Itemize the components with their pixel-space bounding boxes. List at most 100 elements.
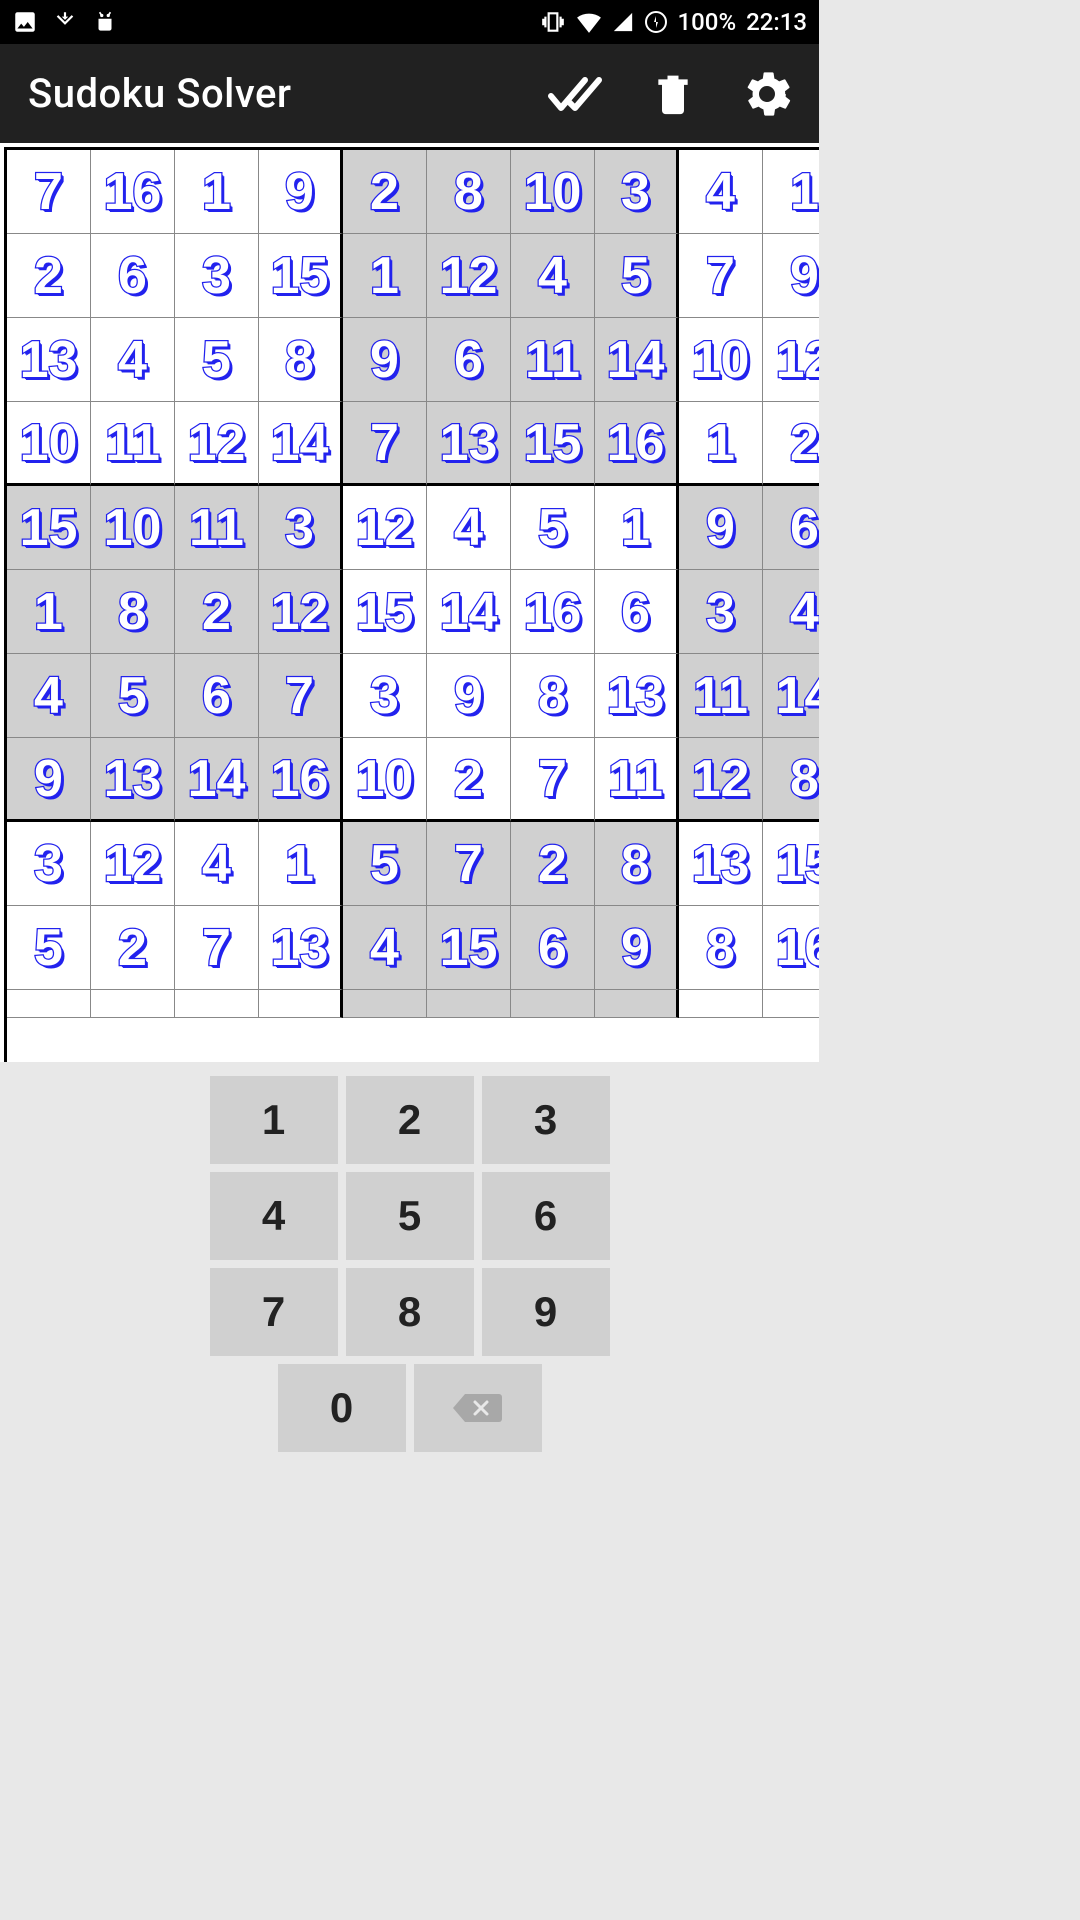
solve-button[interactable] (547, 74, 603, 114)
sudoku-cell[interactable]: 6 (763, 486, 819, 570)
sudoku-cell[interactable]: 5 (595, 234, 679, 318)
sudoku-cell[interactable]: 12 (343, 486, 427, 570)
sudoku-cell[interactable]: 7 (259, 654, 343, 738)
sudoku-cell[interactable]: 13 (679, 822, 763, 906)
sudoku-cell[interactable]: 6 (427, 318, 511, 402)
sudoku-cell[interactable]: 9 (679, 486, 763, 570)
sudoku-cell[interactable]: 4 (175, 822, 259, 906)
sudoku-cell[interactable]: 3 (679, 570, 763, 654)
sudoku-cell[interactable]: 9 (427, 654, 511, 738)
sudoku-cell[interactable]: 9 (259, 150, 343, 234)
sudoku-cell[interactable]: 2 (763, 402, 819, 486)
sudoku-cell[interactable]: 12 (679, 738, 763, 822)
sudoku-cell[interactable]: 7 (7, 150, 91, 234)
sudoku-cell[interactable]: 16 (763, 906, 819, 990)
key-8[interactable]: 8 (346, 1268, 474, 1356)
sudoku-cell[interactable]: 16 (259, 738, 343, 822)
sudoku-cell[interactable]: 3 (343, 654, 427, 738)
sudoku-cell[interactable]: 1 (343, 234, 427, 318)
sudoku-cell[interactable]: 5 (175, 318, 259, 402)
sudoku-cell[interactable] (595, 990, 679, 1018)
sudoku-cell[interactable]: 2 (511, 822, 595, 906)
sudoku-cell[interactable]: 4 (7, 654, 91, 738)
sudoku-cell[interactable]: 16 (91, 150, 175, 234)
sudoku-cell[interactable]: 12 (763, 318, 819, 402)
sudoku-cell[interactable]: 6 (91, 234, 175, 318)
sudoku-cell[interactable] (7, 990, 91, 1018)
sudoku-cell[interactable]: 13 (259, 906, 343, 990)
sudoku-cell[interactable]: 6 (511, 906, 595, 990)
sudoku-cell[interactable]: 7 (175, 906, 259, 990)
sudoku-cell[interactable]: 15 (343, 570, 427, 654)
sudoku-cell[interactable]: 12 (427, 234, 511, 318)
sudoku-cell[interactable]: 11 (175, 486, 259, 570)
sudoku-cell[interactable]: 5 (7, 906, 91, 990)
sudoku-cell[interactable]: 15 (511, 402, 595, 486)
sudoku-cell[interactable]: 14 (763, 654, 819, 738)
sudoku-cell[interactable]: 10 (91, 486, 175, 570)
sudoku-cell[interactable]: 1 (7, 570, 91, 654)
sudoku-cell[interactable]: 9 (763, 234, 819, 318)
sudoku-cell[interactable]: 2 (343, 150, 427, 234)
sudoku-cell[interactable]: 8 (511, 654, 595, 738)
sudoku-cell[interactable]: 14 (427, 570, 511, 654)
key-4[interactable]: 4 (210, 1172, 338, 1260)
sudoku-cell[interactable]: 15 (7, 486, 91, 570)
sudoku-cell[interactable]: 11 (679, 654, 763, 738)
sudoku-cell[interactable]: 15 (259, 234, 343, 318)
sudoku-cell[interactable]: 8 (259, 318, 343, 402)
sudoku-cell[interactable]: 6 (175, 654, 259, 738)
sudoku-cell[interactable]: 16 (595, 402, 679, 486)
sudoku-cell[interactable]: 5 (511, 486, 595, 570)
sudoku-cell[interactable]: 9 (7, 738, 91, 822)
sudoku-cell[interactable]: 1 (595, 486, 679, 570)
sudoku-cell[interactable]: 3 (7, 822, 91, 906)
sudoku-cell[interactable]: 3 (175, 234, 259, 318)
sudoku-cell[interactable]: 5 (343, 822, 427, 906)
sudoku-cell[interactable]: 12 (91, 822, 175, 906)
sudoku-cell[interactable]: 13 (595, 654, 679, 738)
sudoku-cell[interactable]: 3 (259, 486, 343, 570)
sudoku-cell[interactable] (511, 990, 595, 1018)
sudoku-cell[interactable]: 4 (343, 906, 427, 990)
sudoku-cell[interactable]: 4 (763, 570, 819, 654)
sudoku-cell[interactable]: 11 (91, 402, 175, 486)
sudoku-cell[interactable]: 14 (259, 402, 343, 486)
sudoku-cell[interactable]: 13 (7, 318, 91, 402)
sudoku-cell[interactable]: 1 (763, 150, 819, 234)
sudoku-cell[interactable]: 2 (91, 906, 175, 990)
sudoku-cell[interactable]: 8 (427, 150, 511, 234)
sudoku-cell[interactable]: 6 (595, 570, 679, 654)
sudoku-cell[interactable]: 4 (427, 486, 511, 570)
sudoku-cell[interactable] (343, 990, 427, 1018)
sudoku-cell[interactable]: 14 (595, 318, 679, 402)
sudoku-cell[interactable]: 8 (763, 738, 819, 822)
sudoku-cell[interactable]: 7 (679, 234, 763, 318)
sudoku-cell[interactable]: 8 (595, 822, 679, 906)
sudoku-cell[interactable]: 10 (343, 738, 427, 822)
sudoku-cell[interactable]: 7 (511, 738, 595, 822)
sudoku-cell[interactable]: 10 (679, 318, 763, 402)
sudoku-cell[interactable]: 7 (427, 822, 511, 906)
key-5[interactable]: 5 (346, 1172, 474, 1260)
sudoku-cell[interactable]: 4 (679, 150, 763, 234)
sudoku-cell[interactable]: 7 (343, 402, 427, 486)
sudoku-cell[interactable]: 13 (427, 402, 511, 486)
key-6[interactable]: 6 (482, 1172, 610, 1260)
sudoku-cell[interactable]: 2 (427, 738, 511, 822)
sudoku-cell[interactable]: 2 (175, 570, 259, 654)
sudoku-cell[interactable]: 16 (511, 570, 595, 654)
key-backspace[interactable] (414, 1364, 542, 1452)
sudoku-cell[interactable] (91, 990, 175, 1018)
sudoku-cell[interactable]: 12 (259, 570, 343, 654)
key-2[interactable]: 2 (346, 1076, 474, 1164)
sudoku-cell[interactable]: 12 (175, 402, 259, 486)
sudoku-cell[interactable]: 4 (511, 234, 595, 318)
settings-button[interactable] (743, 70, 791, 118)
sudoku-cell[interactable]: 9 (343, 318, 427, 402)
sudoku-cell[interactable]: 13 (91, 738, 175, 822)
sudoku-cell[interactable]: 2 (7, 234, 91, 318)
sudoku-cell[interactable]: 8 (679, 906, 763, 990)
sudoku-cell[interactable]: 15 (427, 906, 511, 990)
sudoku-cell[interactable]: 11 (595, 738, 679, 822)
